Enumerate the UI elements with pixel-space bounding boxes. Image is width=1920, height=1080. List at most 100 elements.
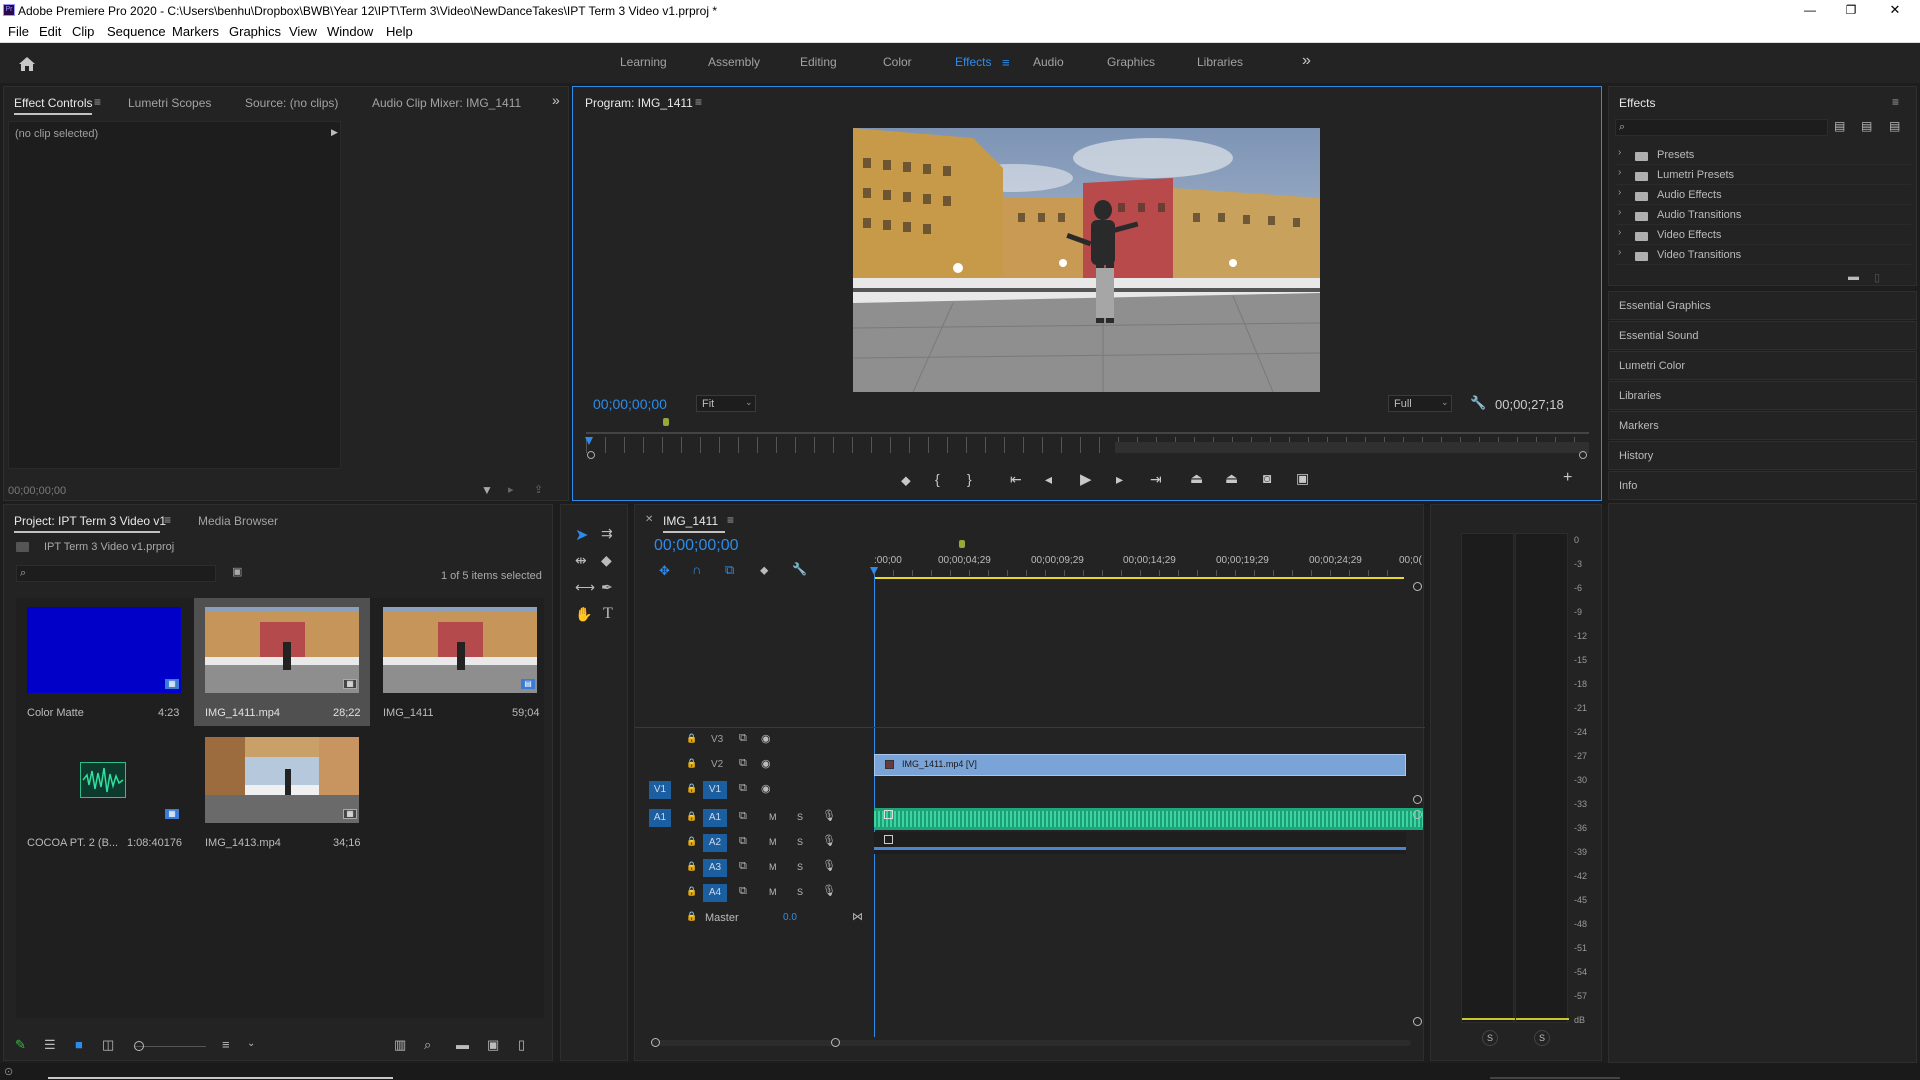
panel-menu-icon[interactable]: ≡: [164, 513, 171, 527]
track-select-tool-icon[interactable]: ⇉: [601, 525, 613, 542]
menu-help[interactable]: Help: [386, 24, 413, 39]
menu-file[interactable]: File: [8, 24, 29, 39]
sync-lock-icon[interactable]: ⧉: [739, 810, 747, 823]
tab-project[interactable]: Project: IPT Term 3 Video v1: [14, 514, 166, 528]
eye-icon[interactable]: ◉: [761, 782, 771, 795]
comparison-view-icon[interactable]: ▣: [1296, 470, 1309, 487]
microphone-icon[interactable]: 🎙: [822, 809, 836, 822]
vertical-scroll-handle-top[interactable]: [1413, 582, 1422, 591]
menu-window[interactable]: Window: [327, 24, 373, 39]
menu-graphics[interactable]: Graphics: [229, 24, 281, 39]
go-to-in-icon[interactable]: ⇤: [1010, 471, 1022, 488]
lock-icon[interactable]: 🔒: [686, 783, 697, 794]
effects-folder-audio-transitions[interactable]: › Audio Transitions: [1615, 205, 1911, 225]
panel-menu-icon[interactable]: ≡: [94, 95, 101, 109]
accelerated-effects-icon[interactable]: ▤: [1834, 119, 1845, 133]
solo-left-button[interactable]: S: [1482, 1030, 1498, 1046]
panel-libraries[interactable]: Libraries: [1608, 381, 1917, 410]
solo-button[interactable]: S: [797, 812, 803, 822]
bin-item-color-matte[interactable]: ▦ Color Matte 4:23: [16, 598, 192, 726]
sync-lock-icon[interactable]: ⧉: [739, 860, 747, 873]
add-marker-icon[interactable]: ⬥: [901, 472, 911, 489]
zoom-slider-handle[interactable]: [134, 1041, 144, 1051]
solo-button[interactable]: S: [797, 887, 803, 897]
bin-item-img1413-mp4[interactable]: ▦ IMG_1413.mp4 34;16: [194, 728, 370, 856]
track-target-a3[interactable]: A3: [703, 859, 727, 877]
fit-dropdown[interactable]: Fit ⌄: [696, 395, 756, 412]
snap-icon[interactable]: ∩: [692, 562, 701, 577]
panel-lumetri-color[interactable]: Lumetri Color: [1608, 351, 1917, 380]
track-target-a1[interactable]: A1: [703, 809, 727, 827]
audio-clip-a1[interactable]: [874, 808, 1423, 830]
ripple-edit-tool-icon[interactable]: ⇹: [575, 552, 587, 569]
icon-view-icon[interactable]: ■: [75, 1037, 83, 1052]
mute-button[interactable]: M: [769, 812, 777, 822]
workspace-effects[interactable]: Effects: [955, 55, 991, 69]
filter-icon[interactable]: ▼: [481, 483, 493, 497]
play-icon[interactable]: ▶: [1080, 470, 1092, 488]
playhead-marker-icon[interactable]: [585, 437, 593, 445]
wrench-icon[interactable]: 🔧: [792, 562, 807, 576]
expand-arrow-icon[interactable]: ▶: [331, 127, 338, 138]
sync-lock-icon[interactable]: ⧉: [739, 732, 747, 745]
mark-in-icon[interactable]: {: [935, 471, 940, 487]
sync-lock-icon[interactable]: ⧉: [739, 835, 747, 848]
workspace-libraries[interactable]: Libraries: [1197, 55, 1243, 69]
slip-tool-icon[interactable]: ⟷: [575, 579, 595, 596]
sync-lock-icon[interactable]: ⧉: [739, 782, 747, 795]
close-window-button[interactable]: ✕: [1880, 0, 1910, 22]
vertical-scroll-handle-mid[interactable]: [1413, 795, 1422, 804]
panel-essential-graphics[interactable]: Essential Graphics: [1608, 291, 1917, 320]
automate-to-sequence-icon[interactable]: ▥: [394, 1037, 406, 1053]
new-bin-icon[interactable]: ▬: [456, 1037, 469, 1052]
lock-icon[interactable]: 🔒: [686, 811, 697, 822]
menu-markers[interactable]: Markers: [172, 24, 219, 39]
source-patch-v1[interactable]: V1: [649, 781, 671, 799]
mute-button[interactable]: M: [769, 862, 777, 872]
32bit-effects-icon[interactable]: ▤: [1861, 119, 1872, 133]
effects-folder-lumetri-presets[interactable]: › Lumetri Presets: [1615, 165, 1911, 185]
tab-audio-clip-mixer[interactable]: Audio Clip Mixer: IMG_1411: [372, 96, 521, 110]
range-end-handle[interactable]: [1579, 451, 1587, 459]
expand-panels-icon[interactable]: »: [552, 92, 560, 108]
panel-markers[interactable]: Markers: [1608, 411, 1917, 440]
lock-icon[interactable]: 🔒: [686, 836, 697, 847]
type-tool-icon[interactable]: T: [603, 605, 613, 623]
tab-source[interactable]: Source: (no clips): [245, 96, 338, 110]
home-icon[interactable]: [17, 55, 37, 73]
lock-icon[interactable]: 🔒: [686, 733, 697, 744]
yuv-effects-icon[interactable]: ▤: [1889, 119, 1900, 133]
mute-button[interactable]: M: [769, 837, 777, 847]
vertical-scroll-handle-bottom[interactable]: [1413, 1017, 1422, 1026]
track-target-a4[interactable]: A4: [703, 884, 727, 902]
horizontal-scroll-right-handle[interactable]: [831, 1038, 840, 1047]
go-to-end-icon[interactable]: ⋈: [852, 910, 863, 923]
export-icon[interactable]: ⇪: [534, 483, 543, 496]
wrench-icon[interactable]: 🔧: [1470, 395, 1486, 411]
panel-menu-icon[interactable]: ≡: [695, 95, 702, 109]
quality-dropdown[interactable]: Full ⌄: [1388, 395, 1452, 412]
solo-button[interactable]: S: [797, 837, 803, 847]
workspace-editing[interactable]: Editing: [800, 55, 837, 69]
microphone-icon[interactable]: 🎙: [822, 884, 836, 897]
track-target-a2[interactable]: A2: [703, 834, 727, 852]
horizontal-scroll-bar[interactable]: [651, 1040, 1411, 1046]
panel-info[interactable]: Info: [1608, 471, 1917, 500]
tab-lumetri-scopes[interactable]: Lumetri Scopes: [128, 96, 211, 110]
pencil-icon[interactable]: ✎: [15, 1037, 26, 1053]
effects-folder-video-effects[interactable]: › Video Effects: [1615, 225, 1911, 245]
restore-button[interactable]: ❐: [1836, 0, 1866, 22]
solo-button[interactable]: S: [797, 862, 803, 872]
workspace-audio[interactable]: Audio: [1033, 55, 1064, 69]
extract-icon[interactable]: ⏏: [1225, 470, 1238, 487]
step-back-icon[interactable]: ◂: [1045, 471, 1052, 488]
add-marker-icon[interactable]: ⬥: [760, 563, 768, 578]
sync-lock-icon[interactable]: ⧉: [739, 885, 747, 898]
playhead-icon[interactable]: [870, 567, 878, 575]
timeline-title[interactable]: IMG_1411: [663, 514, 718, 528]
chevron-down-icon[interactable]: ⌄: [247, 1038, 255, 1049]
list-view-icon[interactable]: ☰: [44, 1037, 56, 1053]
panel-history[interactable]: History: [1608, 441, 1917, 470]
sort-icon[interactable]: ≡: [222, 1037, 230, 1052]
mark-out-icon[interactable]: }: [967, 471, 972, 487]
